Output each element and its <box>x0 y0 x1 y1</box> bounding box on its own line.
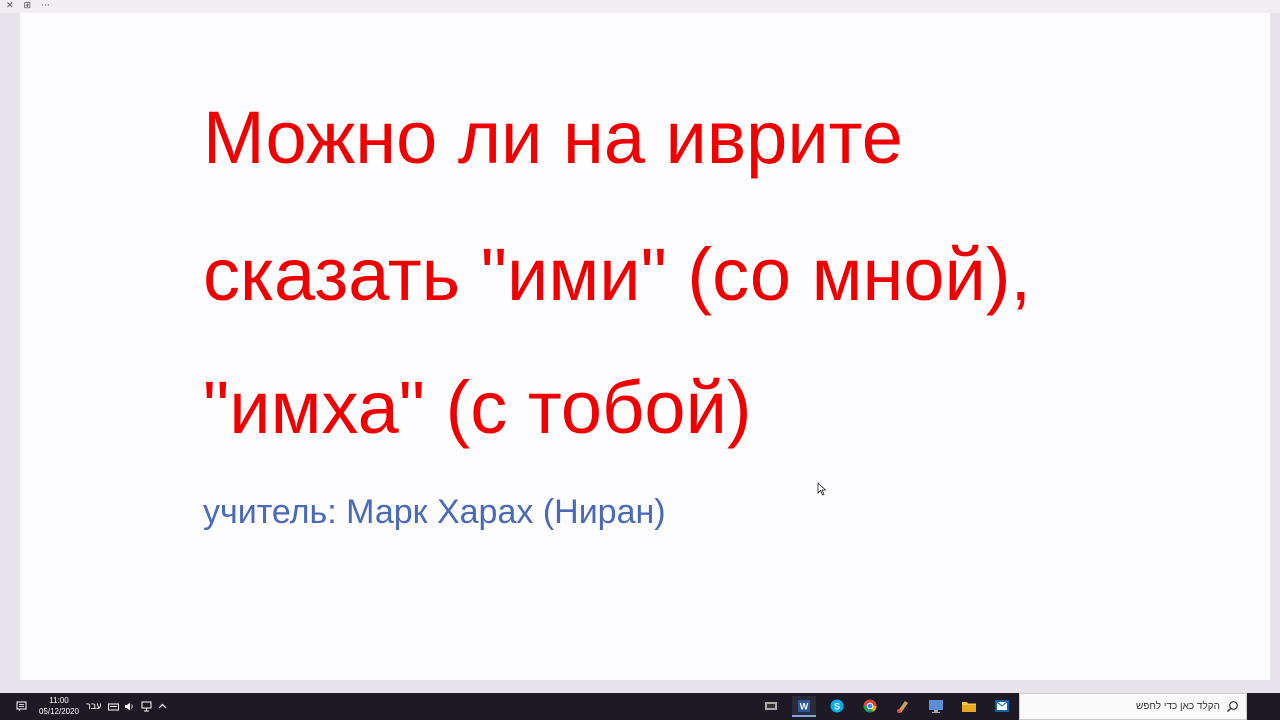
window-topbar: ✕ ⊞ ··· <box>0 0 1280 13</box>
chrome-icon[interactable] <box>858 696 882 717</box>
language-indicator[interactable]: עבר <box>86 693 101 720</box>
maximize-icon[interactable]: ⊞ <box>24 0 32 13</box>
clock-date: 05/12/2020 <box>38 707 80 716</box>
paint-icon[interactable] <box>891 696 915 717</box>
network-icon[interactable] <box>141 701 152 712</box>
svg-text:W: W <box>800 702 809 712</box>
search-placeholder: הקלד כאן כדי לחפש <box>1135 701 1220 712</box>
notification-icon[interactable] <box>16 701 27 712</box>
more-icon[interactable]: ··· <box>41 0 50 13</box>
slide-title-line-1: Можно ли на иврите <box>203 96 903 179</box>
keyboard-icon[interactable] <box>108 701 119 712</box>
svg-text:S: S <box>834 702 840 712</box>
taskbar: 11:00 05/12/2020 עבר W S הקלד כאן כדי לח… <box>0 693 1280 720</box>
clock[interactable]: 11:00 05/12/2020 <box>34 695 84 717</box>
taskbar-search[interactable]: הקלד כאן כדי לחפש <box>1019 693 1247 720</box>
slide-title-line-3: "имха" (с тобой) <box>203 366 752 449</box>
outlook-icon[interactable] <box>990 696 1014 717</box>
volume-icon[interactable] <box>124 701 135 712</box>
skype-icon[interactable]: S <box>825 696 849 717</box>
word-icon[interactable]: W <box>792 696 816 717</box>
file-explorer-icon[interactable] <box>957 696 981 717</box>
slide-title-line-2: сказать "ими" (со мной), <box>203 233 1032 316</box>
mouse-cursor-icon <box>817 482 827 496</box>
clock-time: 11:00 <box>49 696 69 705</box>
chevron-up-icon[interactable] <box>157 701 168 712</box>
monitor-icon[interactable] <box>924 696 948 717</box>
slide-page: Можно ли на иврите сказать "ими" (со мно… <box>20 13 1270 680</box>
search-icon <box>1227 701 1238 713</box>
task-view-icon[interactable] <box>759 696 783 717</box>
teacher-credit: учитель: Марк Харах (Ниран) <box>203 493 666 531</box>
close-icon[interactable]: ✕ <box>6 0 14 13</box>
